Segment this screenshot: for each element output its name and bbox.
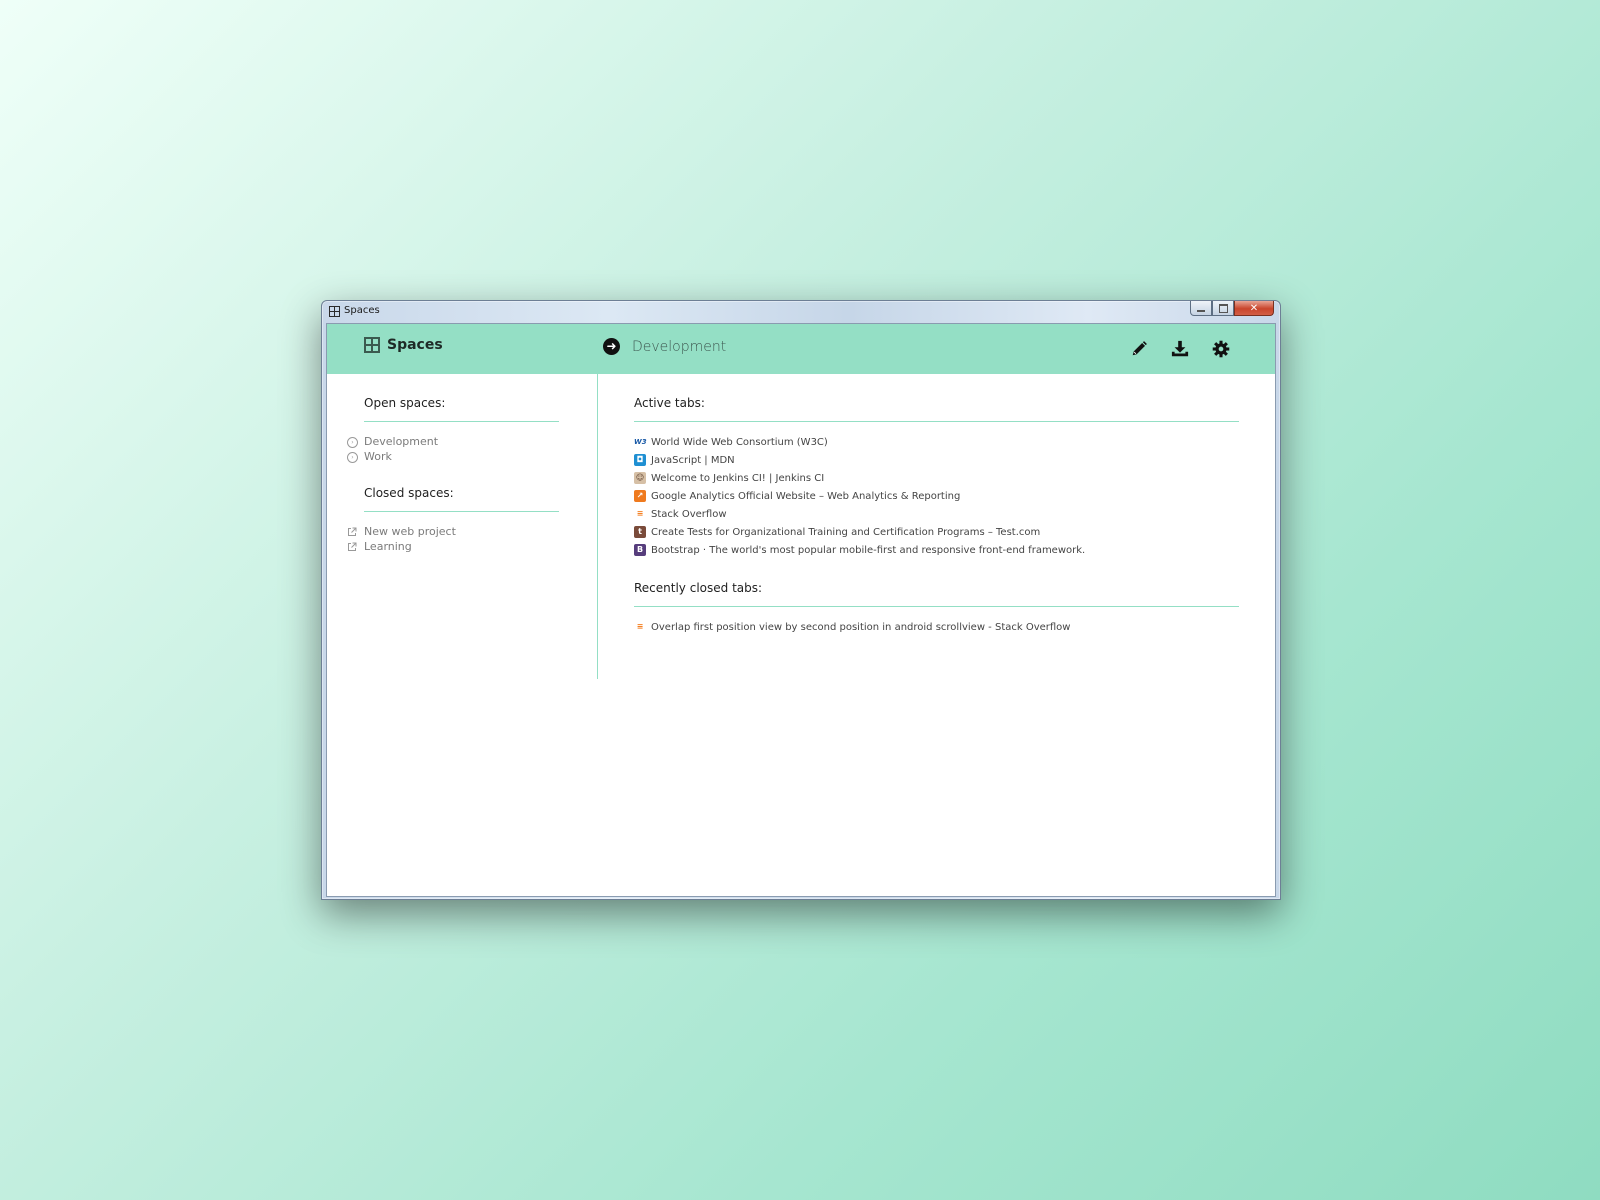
tab-title: Google Analytics Official Website – Web …	[651, 490, 961, 502]
tab-title: Bootstrap · The world's most popular mob…	[651, 544, 1086, 556]
recently-closed-title: Recently closed tabs:	[634, 581, 1239, 607]
tab-title: JavaScript | MDN	[651, 454, 735, 466]
testcom-favicon: t	[634, 526, 646, 538]
stackoverflow-favicon: ≡	[634, 621, 646, 633]
title-bar[interactable]: Spaces ✕	[322, 301, 1280, 323]
space-label: New web project	[364, 525, 456, 538]
app-grid-icon	[329, 306, 340, 317]
minimize-button[interactable]	[1190, 301, 1212, 316]
open-space-item[interactable]: › Development	[347, 434, 597, 449]
tab-title: World Wide Web Consortium (W3C)	[651, 436, 828, 448]
app-window: Spaces ✕ Spaces ➜ Development Open space…	[321, 300, 1281, 900]
tab-item[interactable]: ≡ Stack Overflow	[634, 505, 1239, 523]
space-label: Work	[364, 450, 392, 463]
window-title: Spaces	[344, 305, 380, 316]
brand-name: Spaces	[387, 337, 443, 353]
open-spaces-list: › Development › Work	[327, 434, 597, 464]
w3c-favicon: W3	[634, 436, 647, 448]
tab-item[interactable]: B Bootstrap · The world's most popular m…	[634, 541, 1239, 559]
close-button[interactable]: ✕	[1234, 301, 1274, 316]
brand: Spaces	[364, 337, 443, 353]
external-link-icon	[347, 527, 357, 537]
closed-tab-item[interactable]: ≡ Overlap first position view by second …	[634, 618, 1239, 636]
open-spaces-title: Open spaces:	[364, 396, 559, 422]
bootstrap-favicon: B	[634, 544, 646, 556]
closed-spaces-list: New web project Learning	[327, 524, 597, 554]
current-space-name[interactable]: Development	[632, 339, 726, 355]
pencil-icon	[1132, 341, 1147, 356]
tab-item[interactable]: ↗ Google Analytics Official Website – We…	[634, 487, 1239, 505]
closed-space-item[interactable]: New web project	[347, 524, 597, 539]
window-controls: ✕	[1190, 301, 1274, 317]
tab-title: Stack Overflow	[651, 508, 727, 520]
external-link-icon	[347, 542, 357, 552]
active-tabs-list: W3 World Wide Web Consortium (W3C) ◘ Jav…	[634, 433, 1239, 559]
export-button[interactable]	[1170, 339, 1190, 359]
minimize-icon	[1197, 310, 1205, 312]
tab-item[interactable]: W3 World Wide Web Consortium (W3C)	[634, 433, 1239, 451]
tab-item[interactable]: ☺ Welcome to Jenkins CI! | Jenkins CI	[634, 469, 1239, 487]
closed-space-item[interactable]: Learning	[347, 539, 597, 554]
circle-arrow-icon: ›	[347, 451, 358, 463]
jenkins-favicon: ☺	[634, 472, 646, 484]
mdn-favicon: ◘	[634, 454, 646, 466]
client-area: Spaces ➜ Development Open spaces: › Deve…	[326, 323, 1276, 897]
gear-icon	[1212, 340, 1230, 358]
close-icon: ✕	[1249, 302, 1259, 314]
header-actions	[1108, 339, 1231, 359]
download-icon	[1171, 340, 1189, 357]
tab-title: Overlap first position view by second po…	[651, 621, 1071, 633]
settings-button[interactable]	[1211, 339, 1231, 359]
app-header: Spaces ➜ Development	[327, 324, 1275, 374]
space-label: Learning	[364, 540, 412, 553]
arrow-right-circle-icon[interactable]: ➜	[603, 338, 620, 355]
active-tabs-title: Active tabs:	[634, 396, 1239, 422]
open-space-item[interactable]: › Work	[347, 449, 597, 464]
tab-title: Welcome to Jenkins CI! | Jenkins CI	[651, 472, 825, 484]
main-panel: Active tabs: W3 World Wide Web Consortiu…	[634, 374, 1239, 636]
tab-title: Create Tests for Organizational Training…	[651, 526, 1041, 538]
stackoverflow-favicon: ≡	[634, 508, 646, 520]
current-space[interactable]: ➜ Development	[603, 338, 726, 355]
maximize-icon	[1218, 303, 1228, 313]
edit-button[interactable]	[1129, 339, 1149, 359]
maximize-button[interactable]	[1212, 301, 1234, 316]
circle-arrow-icon: ›	[347, 436, 358, 448]
tab-item[interactable]: ◘ JavaScript | MDN	[634, 451, 1239, 469]
sidebar: Open spaces: › Development › Work Closed…	[327, 374, 598, 679]
analytics-favicon: ↗	[634, 490, 646, 502]
closed-tabs-list: ≡ Overlap first position view by second …	[634, 618, 1239, 636]
spaces-grid-icon	[364, 337, 380, 353]
tab-item[interactable]: t Create Tests for Organizational Traini…	[634, 523, 1239, 541]
closed-spaces-title: Closed spaces:	[364, 486, 559, 512]
space-label: Development	[364, 435, 439, 448]
app-body: Open spaces: › Development › Work Closed…	[327, 374, 1275, 896]
